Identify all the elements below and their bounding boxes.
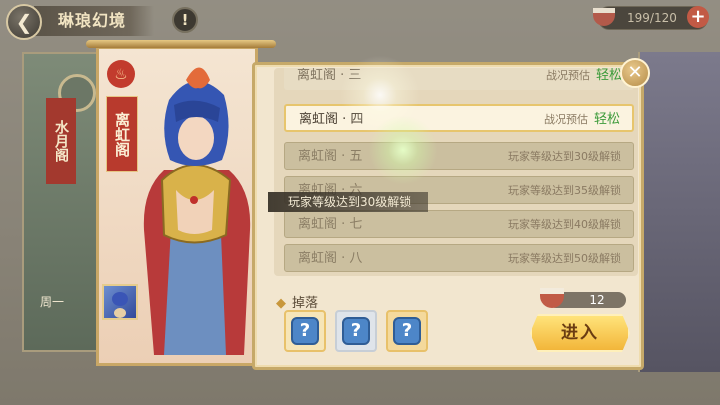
rice-bowl-icon bbox=[593, 8, 615, 26]
banner-rod bbox=[86, 40, 276, 48]
stage-estimate: 战况预估 轻松 bbox=[543, 112, 620, 127]
mystery-item-icon: ? bbox=[291, 317, 319, 345]
difficulty-label: 轻松 bbox=[595, 68, 622, 83]
back-arrow-icon: ❮ bbox=[15, 10, 33, 34]
back-button[interactable]: ❮ bbox=[6, 4, 42, 40]
mystery-item-icon: ? bbox=[342, 317, 370, 345]
stamina-counter: 199/120 + bbox=[593, 6, 709, 30]
stamina-value: 199/120 bbox=[627, 11, 677, 25]
difficulty-label: 轻松 bbox=[593, 112, 620, 127]
stamina-cost: 12 bbox=[540, 288, 626, 308]
unlock-requirement: 玩家等级达到30级解锁 bbox=[508, 150, 621, 163]
hero-portrait bbox=[143, 67, 251, 355]
enter-button[interactable]: 进入 bbox=[530, 314, 630, 352]
stage-name: 离虹阁 · 三 bbox=[297, 68, 362, 83]
left-banner-week: 周一 bbox=[40, 295, 65, 309]
unlock-tooltip: 玩家等级达到30级解锁 bbox=[268, 192, 428, 212]
left-banner-name: 水月阁 bbox=[46, 98, 76, 184]
exclamation-icon: ! bbox=[181, 11, 189, 29]
diamond-bullet-icon: ◆ bbox=[276, 296, 286, 311]
drop-item[interactable]: ? bbox=[386, 310, 428, 352]
stage-name: 离虹阁 · 八 bbox=[298, 251, 363, 266]
hero-thumbnail[interactable] bbox=[102, 284, 138, 320]
stage-list[interactable]: 离虹阁 · 三 战况预估 轻松 离虹阁 · 四 战况预估 轻松 离虹阁 · 五 玩家… bbox=[274, 68, 638, 276]
stamina-cost-value: 12 bbox=[589, 293, 605, 307]
stage-row-locked[interactable]: 离虹阁 · 八 玩家等级达到50级解锁 bbox=[284, 244, 634, 272]
mystery-item-icon: ? bbox=[393, 317, 421, 345]
stage-name: 离虹阁 · 五 bbox=[298, 149, 363, 164]
right-stage-banner[interactable] bbox=[638, 52, 720, 372]
unlock-requirement: 玩家等级达到35级解锁 bbox=[508, 184, 621, 197]
stage-row-locked[interactable]: 离虹阁 · 五 玩家等级达到30级解锁 bbox=[284, 142, 634, 170]
add-stamina-button[interactable]: + bbox=[687, 6, 709, 28]
stage-row-selected[interactable]: 离虹阁 · 四 战况预估 轻松 bbox=[284, 104, 634, 132]
flame-emblem-icon: ♨ bbox=[107, 60, 135, 88]
rice-bowl-icon bbox=[540, 288, 564, 308]
close-button[interactable]: ✕ bbox=[620, 58, 650, 88]
stage-name: 离虹阁 · 七 bbox=[298, 217, 363, 232]
stage-row[interactable]: 离虹阁 · 三 战况预估 轻松 bbox=[284, 68, 634, 90]
page-title: 琳琅幻境 bbox=[34, 6, 154, 36]
drop-item[interactable]: ? bbox=[284, 310, 326, 352]
drop-item[interactable]: ? bbox=[335, 310, 377, 352]
info-button[interactable]: ! bbox=[172, 7, 198, 33]
stage-row-locked[interactable]: 离虹阁 · 七 玩家等级达到40级解锁 bbox=[284, 210, 634, 238]
drops-section-title: ◆ 掉落 bbox=[276, 296, 319, 311]
stage-name: 离虹阁 · 四 bbox=[299, 112, 364, 127]
stage-estimate: 战况预估 轻松 bbox=[545, 68, 622, 83]
unlock-requirement: 玩家等级达到50级解锁 bbox=[508, 252, 621, 265]
unlock-requirement: 玩家等级达到40级解锁 bbox=[508, 218, 621, 231]
close-icon: ✕ bbox=[627, 62, 643, 83]
